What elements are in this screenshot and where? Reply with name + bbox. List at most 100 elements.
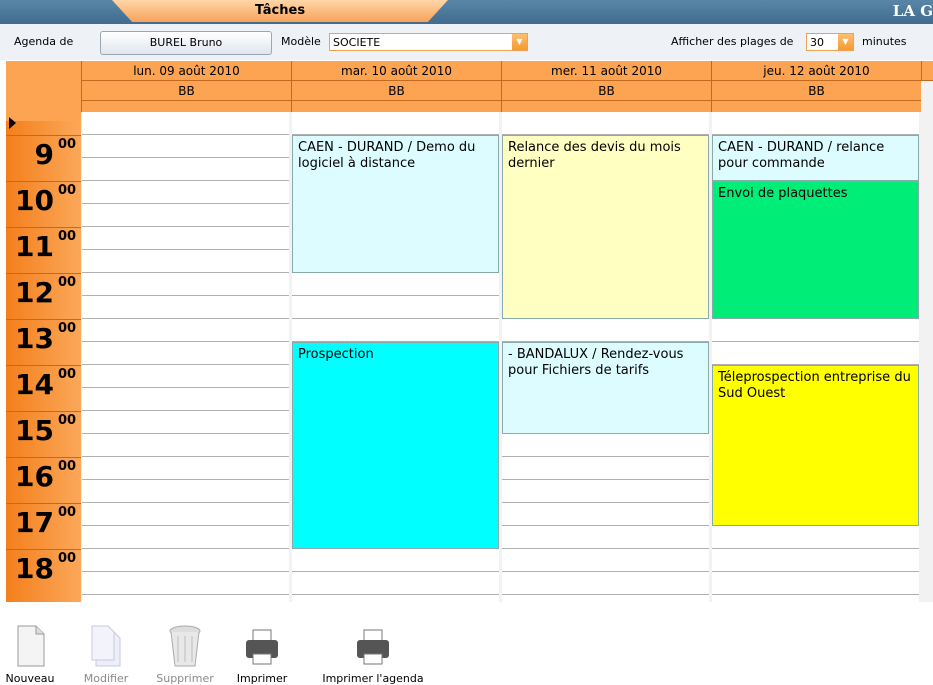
trash-icon — [167, 624, 203, 668]
time-slot[interactable] — [712, 595, 919, 602]
time-slot[interactable] — [292, 319, 499, 342]
print-button[interactable]: Imprimer — [232, 624, 292, 685]
day-header[interactable]: mer. 11 août 2010 — [501, 61, 711, 81]
time-slot[interactable] — [82, 595, 289, 602]
current-row-marker-icon — [9, 117, 16, 129]
tab-taches[interactable]: Tâches — [112, 0, 448, 22]
print-agenda-button-label: Imprimer l'agenda — [322, 672, 424, 685]
hour-label: 9 00 — [6, 135, 81, 182]
time-slot[interactable] — [502, 503, 709, 526]
title-bar: Tâches LA G — [0, 0, 933, 24]
day-header[interactable]: lun. 09 août 2010 — [81, 61, 291, 81]
day-user-header: BB — [81, 81, 291, 101]
time-slot[interactable] — [82, 158, 289, 181]
time-slot[interactable] — [82, 434, 289, 457]
minute-value: 00 — [58, 505, 77, 520]
time-slot[interactable] — [82, 181, 289, 204]
minute-value: 00 — [58, 183, 77, 198]
agenda-toolbar: Agenda de BUREL Bruno Modèle SOCIETE ▼ A… — [0, 24, 933, 60]
time-slot[interactable] — [82, 549, 289, 572]
time-slot[interactable] — [292, 549, 499, 572]
hour-value: 15 — [15, 414, 54, 447]
time-slot[interactable] — [82, 227, 289, 250]
time-slot[interactable] — [712, 319, 919, 342]
slots-label: Afficher des plages de — [671, 35, 794, 48]
minute-value: 00 — [58, 321, 77, 336]
time-slot[interactable] — [712, 526, 919, 549]
chevron-down-icon[interactable]: ▼ — [838, 34, 853, 50]
printer-agenda-icon — [355, 624, 391, 668]
time-slot[interactable] — [502, 526, 709, 549]
time-slot[interactable] — [292, 296, 499, 319]
action-bar: Nouveau Modifier Supprimer Imprimer Impr… — [0, 602, 933, 685]
time-slot[interactable] — [292, 595, 499, 602]
new-button-label: Nouveau — [5, 672, 55, 685]
agenda-user-button[interactable]: BUREL Bruno — [100, 31, 272, 55]
hour-label: 16 00 — [6, 457, 81, 504]
day-user-header: BB — [711, 81, 921, 101]
day-header[interactable]: mar. 10 août 2010 — [291, 61, 501, 81]
minute-value: 00 — [58, 551, 77, 566]
calendar-event[interactable]: CAEN - DURAND / Demo du logiciel à dista… — [292, 135, 499, 273]
time-slot[interactable] — [712, 549, 919, 572]
time-slot[interactable] — [82, 365, 289, 388]
hour-value: 13 — [15, 322, 54, 355]
time-slot[interactable] — [502, 549, 709, 572]
time-slot[interactable] — [82, 503, 289, 526]
calendar-corner — [6, 61, 81, 121]
brand-title: LA G — [892, 2, 933, 20]
time-slot[interactable] — [82, 411, 289, 434]
hour-label: 14 00 — [6, 365, 81, 412]
calendar-event[interactable]: Prospection — [292, 342, 499, 549]
hour-value: 9 — [34, 138, 54, 171]
time-slot[interactable] — [82, 135, 289, 158]
hour-value: 16 — [15, 460, 54, 493]
hour-label: 15 00 — [6, 411, 81, 458]
calendar-event[interactable]: Relance des devis du mois dernier — [502, 135, 709, 319]
calendar-event[interactable]: Envoi de plaquettes — [712, 181, 919, 319]
time-slot[interactable] — [82, 342, 289, 365]
day-header[interactable]: jeu. 12 août 2010 — [711, 61, 921, 81]
time-slot[interactable] — [292, 273, 499, 296]
time-slot[interactable] — [712, 342, 919, 365]
time-slot[interactable] — [82, 457, 289, 480]
slots-select[interactable]: 30 ▼ — [806, 33, 854, 51]
print-agenda-button[interactable]: Imprimer l'agenda — [320, 624, 426, 685]
calendar-event[interactable]: CAEN - DURAND / relance pour commande — [712, 135, 919, 181]
time-slot[interactable] — [502, 572, 709, 595]
time-slot[interactable] — [292, 572, 499, 595]
chevron-down-icon[interactable]: ▼ — [512, 34, 527, 50]
edit-button[interactable]: Modifier — [80, 624, 132, 685]
model-select[interactable]: SOCIETE ▼ — [329, 33, 528, 51]
time-slot[interactable] — [82, 204, 289, 227]
time-slot[interactable] — [502, 595, 709, 602]
time-slot[interactable] — [82, 273, 289, 296]
minute-value: 00 — [58, 367, 77, 382]
time-slot[interactable] — [502, 480, 709, 503]
time-slot[interactable] — [82, 112, 289, 135]
minute-value: 00 — [58, 413, 77, 428]
time-slot[interactable] — [82, 296, 289, 319]
time-slot[interactable] — [82, 526, 289, 549]
time-slot[interactable] — [82, 572, 289, 595]
minute-value: 00 — [58, 137, 77, 152]
time-slot[interactable] — [502, 457, 709, 480]
time-slot[interactable] — [292, 112, 499, 135]
time-slot[interactable] — [502, 434, 709, 457]
time-slot[interactable] — [502, 112, 709, 135]
edit-button-label: Modifier — [83, 672, 129, 685]
time-slot[interactable] — [82, 480, 289, 503]
calendar-event[interactable]: Téleprospection entreprise du Sud Ouest — [712, 365, 919, 526]
new-button[interactable]: Nouveau — [4, 624, 56, 685]
time-slot[interactable] — [82, 388, 289, 411]
calendar-event[interactable]: - BANDALUX / Rendez-vous pour Fichiers d… — [502, 342, 709, 434]
delete-button[interactable]: Supprimer — [150, 624, 220, 685]
calendar-grid[interactable]: lun. 09 août 2010 BB mar. 10 août 2010 BB me… — [6, 61, 933, 602]
hour-value: 18 — [15, 552, 54, 585]
time-slot[interactable] — [502, 319, 709, 342]
time-slot[interactable] — [82, 250, 289, 273]
time-slot[interactable] — [82, 319, 289, 342]
time-slot[interactable] — [712, 112, 919, 135]
time-slot[interactable] — [712, 572, 919, 595]
slots-unit: minutes — [862, 35, 907, 48]
